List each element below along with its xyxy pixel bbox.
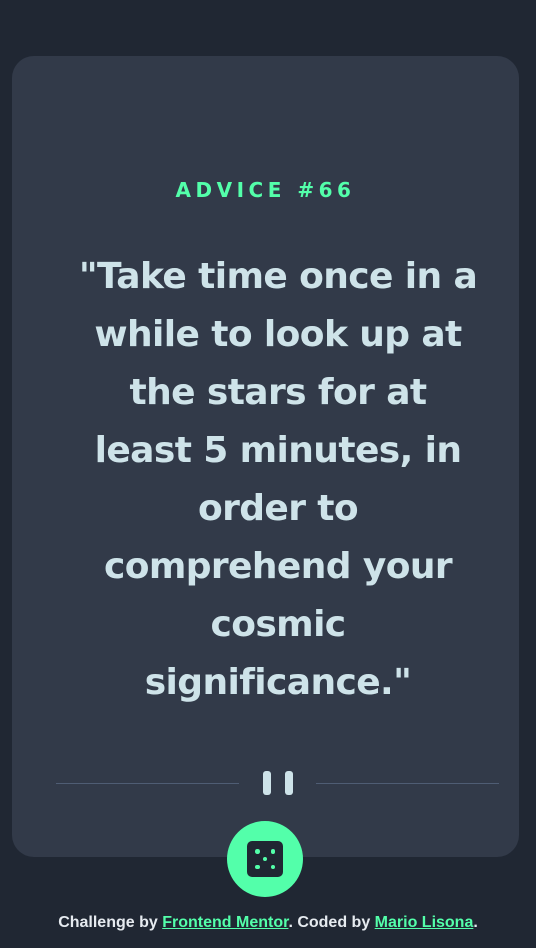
dice-pip bbox=[262, 856, 268, 862]
dice-pip bbox=[255, 849, 260, 854]
divider-line-left bbox=[56, 783, 239, 784]
page: ADVICE #66 "Take time once in a while to… bbox=[0, 0, 536, 948]
new-advice-button[interactable] bbox=[227, 821, 303, 897]
dice-pip bbox=[270, 864, 275, 869]
divider bbox=[56, 768, 499, 798]
advice-card: ADVICE #66 "Take time once in a while to… bbox=[12, 56, 519, 857]
divider-line-right bbox=[316, 783, 499, 784]
dice-icon bbox=[247, 841, 283, 877]
author-link[interactable]: Mario Lisona bbox=[375, 914, 474, 931]
attribution-middle: . Coded by bbox=[288, 914, 375, 931]
frontend-mentor-link[interactable]: Frontend Mentor bbox=[162, 914, 288, 931]
attribution-suffix: . bbox=[473, 914, 478, 931]
attribution-prefix: Challenge by bbox=[58, 914, 163, 931]
dice-pip bbox=[255, 864, 260, 869]
dice-pip bbox=[270, 849, 275, 854]
pause-bar-left bbox=[263, 771, 271, 795]
pause-icon bbox=[263, 771, 293, 795]
attribution: Challenge by Frontend Mentor. Coded by M… bbox=[0, 912, 536, 934]
advice-quote: "Take time once in a while to look up at… bbox=[78, 256, 478, 703]
pause-bar-right bbox=[285, 771, 293, 795]
advice-number: ADVICE #66 bbox=[175, 178, 356, 202]
